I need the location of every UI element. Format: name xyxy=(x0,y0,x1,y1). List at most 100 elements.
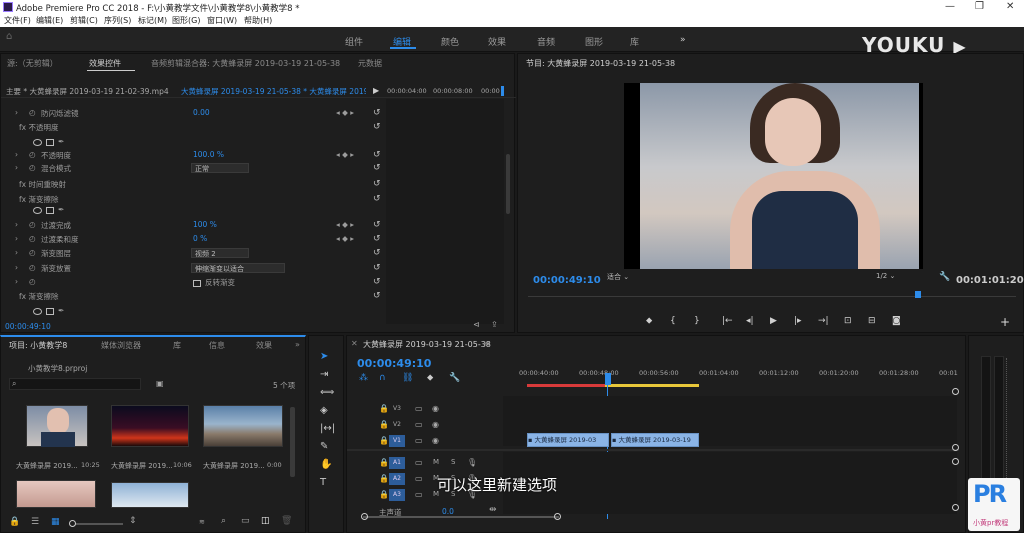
pen-mask-icon[interactable]: ✒ xyxy=(58,137,64,146)
stopwatch-icon[interactable]: ◴ xyxy=(29,220,36,229)
lock-track-icon[interactable]: 🔒 xyxy=(379,474,389,483)
stopwatch-icon[interactable]: ◴ xyxy=(29,277,36,286)
expand-chevron-icon[interactable]: › xyxy=(15,263,18,272)
go-to-out-icon[interactable]: →| xyxy=(818,316,829,326)
effect-row[interactable]: › ◴ 反转渐变 ↺ xyxy=(1,277,381,288)
keyframe-nav-icon[interactable]: ◂ ◆ ▸ xyxy=(336,108,354,117)
effect-row[interactable]: › ◴ 渐变图层 视频 2 ↺ xyxy=(1,248,381,259)
a-scroll-top-handle[interactable] xyxy=(952,458,959,465)
zoom-slider-handle[interactable] xyxy=(69,520,76,527)
panel-more-icon[interactable]: » xyxy=(295,340,300,349)
track-label-a1[interactable]: A1 xyxy=(389,457,405,469)
step-back-icon[interactable]: ◂| xyxy=(746,316,754,326)
sort-icon[interactable]: ⇕ xyxy=(129,516,137,526)
lock-track-icon[interactable]: 🔒 xyxy=(379,404,389,413)
new-bin-from-search-icon[interactable]: ▣ xyxy=(156,379,164,388)
a-scroll-bottom-handle[interactable] xyxy=(952,504,959,511)
mark-out-icon[interactable]: } xyxy=(694,316,700,326)
keyframe-nav-icon[interactable]: ◂ ◆ ▸ xyxy=(336,150,354,159)
ec-scrollbar[interactable] xyxy=(506,154,510,214)
project-thumb-2[interactable] xyxy=(111,405,189,447)
h-scroll-left-handle[interactable] xyxy=(361,513,368,520)
reset-icon[interactable]: ↺ xyxy=(373,234,381,244)
program-title[interactable]: 节目: 大黄蜂录屏 2019-03-19 21-05-38 xyxy=(526,58,675,69)
effect-row[interactable]: ›fx 渐变擦除↺ xyxy=(1,194,381,205)
ec-timecode[interactable]: 00:00:49:10 xyxy=(5,322,51,331)
lock-track-icon[interactable]: 🔒 xyxy=(379,436,389,445)
effect-row[interactable]: › ◴ 渐变放置 伸缩渐变以适合 ↺ xyxy=(1,263,381,274)
effect-row-value[interactable]: 0.00 xyxy=(193,108,210,117)
new-item-icon[interactable]: ◫ xyxy=(261,516,270,526)
lock-track-icon[interactable]: 🔒 xyxy=(379,420,389,429)
lock-track-icon[interactable]: 🔒 xyxy=(379,490,389,499)
lock-icon[interactable]: 🔒 xyxy=(9,517,20,527)
reset-icon[interactable]: ↺ xyxy=(373,220,381,230)
effect-row-value[interactable]: 100 % xyxy=(193,220,217,229)
solo-button[interactable]: S xyxy=(451,458,455,466)
button-editor-plus-icon[interactable]: + xyxy=(1000,315,1010,329)
stopwatch-icon[interactable]: ◴ xyxy=(29,163,36,172)
toggle-output-eye-icon[interactable]: ◉ xyxy=(432,436,439,445)
reset-icon[interactable]: ↺ xyxy=(373,150,381,160)
timeline-clip-1[interactable]: ▪ 大黄蜂录屏 2019-03 xyxy=(527,433,609,447)
workspace-audio[interactable]: 音频 xyxy=(537,35,555,48)
tab-media-browser[interactable]: 媒体浏览器 xyxy=(101,340,141,351)
timeline-h-scrollbar[interactable] xyxy=(363,516,559,518)
track-label-v3[interactable]: V3 xyxy=(389,403,405,415)
zoom-slider[interactable] xyxy=(71,523,123,525)
sync-lock-icon[interactable]: ▭ xyxy=(415,490,423,499)
project-search-input[interactable]: ⌕ xyxy=(9,378,141,390)
effect-row-value[interactable]: 100.0 % xyxy=(193,150,224,159)
invert-checkbox[interactable]: 反转渐变 xyxy=(193,277,235,288)
go-to-in-icon[interactable]: |← xyxy=(722,316,733,326)
track-label-v2[interactable]: V2 xyxy=(389,419,405,431)
effect-row[interactable]: ›fx 不透明度↺ xyxy=(1,122,381,133)
add-marker-icon[interactable]: ⬥ xyxy=(646,316,652,326)
reset-icon[interactable]: ↺ xyxy=(373,291,381,301)
reset-icon[interactable]: ↺ xyxy=(373,248,381,258)
sync-lock-icon[interactable]: ▭ xyxy=(415,474,423,483)
lock-track-icon[interactable]: 🔒 xyxy=(379,458,389,467)
keyframe-nav-icon[interactable]: ◂ ◆ ▸ xyxy=(336,234,354,243)
stopwatch-icon[interactable]: ◴ xyxy=(29,263,36,272)
track-select-tool-icon[interactable]: ⇥ xyxy=(320,369,328,380)
pen-mask-icon[interactable]: ✒ xyxy=(58,306,64,315)
effect-row[interactable]: ›fx 时间重映射↺ xyxy=(1,179,381,190)
timeline-ruler[interactable]: 00:00:40:00 00:00:48:00 00:00:56:00 00:01:0… xyxy=(519,366,959,386)
effect-row[interactable]: › ◴ 防闪烁滤镜 0.00 ◂ ◆ ▸ ↺ xyxy=(1,108,381,119)
master-goto-icon[interactable]: ⇹ xyxy=(489,505,497,515)
play-icon[interactable]: ▶ xyxy=(770,316,777,326)
master-volume-value[interactable]: 0.0 xyxy=(442,507,454,516)
maximize-icon[interactable]: ❐ xyxy=(975,1,984,12)
pen-mask-icon[interactable]: ✒ xyxy=(58,205,64,214)
project-thumb-5[interactable] xyxy=(111,482,189,508)
sync-lock-icon[interactable]: ▭ xyxy=(415,436,423,445)
stopwatch-icon[interactable]: ◴ xyxy=(29,248,36,257)
sync-lock-icon[interactable]: ▭ xyxy=(415,420,423,429)
sync-lock-icon[interactable]: ▭ xyxy=(415,458,423,467)
automate-icon[interactable]: ≋ xyxy=(199,518,205,526)
expand-chevron-icon[interactable]: › xyxy=(15,108,18,117)
reset-icon[interactable]: ↺ xyxy=(373,163,381,173)
settings-wrench-icon[interactable]: 🔧 xyxy=(939,272,950,282)
lift-icon[interactable]: ⊡ xyxy=(844,316,852,326)
ellipse-mask-icon[interactable] xyxy=(33,206,42,214)
h-scroll-right-handle[interactable] xyxy=(554,513,561,520)
timeline-playhead-head[interactable] xyxy=(605,373,611,385)
track-label-a2[interactable]: A2 xyxy=(389,473,405,485)
effect-row-dropdown[interactable]: 正常 xyxy=(191,163,249,173)
program-playhead[interactable] xyxy=(915,291,922,298)
extract-icon[interactable]: ⊟ xyxy=(868,316,876,326)
quality-dropdown[interactable]: 1/2 ⌄ xyxy=(873,272,928,282)
step-forward-icon[interactable]: |▸ xyxy=(794,316,802,326)
selection-tool-icon[interactable]: ➤ xyxy=(320,351,328,362)
audio-tracks-area[interactable] xyxy=(503,452,957,514)
effect-row-dropdown[interactable]: 视频 2 xyxy=(191,248,249,258)
mute-button[interactable]: M xyxy=(433,458,439,466)
export-frame-icon[interactable]: ◙ xyxy=(892,316,901,326)
effect-row[interactable]: › ◴ 过渡柔和度 0 % ◂ ◆ ▸ ↺ xyxy=(1,234,381,245)
delete-icon[interactable]: 🗑 xyxy=(281,516,292,526)
tab-project[interactable]: 项目: 小黄教学8 xyxy=(9,340,67,351)
sync-lock-icon[interactable]: ▭ xyxy=(415,404,423,413)
effect-row-value[interactable]: 0 % xyxy=(193,234,207,243)
